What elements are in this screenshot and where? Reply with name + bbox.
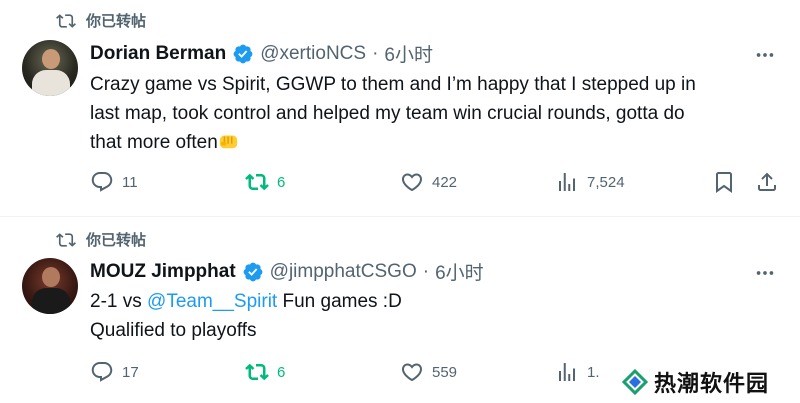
heart-icon xyxy=(401,173,423,192)
retweet-icon xyxy=(56,13,76,28)
retweet-count: 6 xyxy=(277,173,286,191)
reply-count: 17 xyxy=(122,363,139,381)
timestamp[interactable]: 6小时 xyxy=(384,40,433,67)
separator-dot: · xyxy=(372,42,379,64)
retweet-button[interactable]: 6 xyxy=(245,170,285,194)
analytics-bar-icon xyxy=(559,363,575,381)
tweet-text-prefix: 2-1 vs xyxy=(90,291,148,312)
tweet-text-line: Crazy game vs Spirit, GGWP to them and I… xyxy=(90,74,696,95)
retweet-label: 你已转帖 xyxy=(86,232,147,249)
tweet-text-line: last map, took control and helped my tea… xyxy=(90,103,685,124)
views-count: 7,524 xyxy=(587,173,625,191)
retweet-count: 6 xyxy=(277,363,286,381)
tweet-text-line: that more often xyxy=(90,132,218,153)
verified-badge-icon[interactable] xyxy=(242,261,264,283)
views-count: 1. xyxy=(587,363,600,381)
verified-badge-icon[interactable] xyxy=(232,43,254,65)
reply-button[interactable]: 11 xyxy=(90,170,138,194)
reply-count: 11 xyxy=(122,173,138,191)
retweet-icon xyxy=(245,173,269,191)
action-bar: 11 6 422 7,524 xyxy=(90,170,790,200)
bookmark-icon xyxy=(716,172,732,193)
retweet-indicator: 你已转帖 xyxy=(56,10,146,31)
fist-emoji-icon xyxy=(219,135,237,149)
bookmark-button[interactable] xyxy=(712,170,736,194)
watermark: 热潮软件园 xyxy=(618,361,800,403)
like-count: 559 xyxy=(432,363,458,381)
author-name[interactable]: Dorian Berman xyxy=(90,43,226,65)
diamond-logo-icon xyxy=(622,369,648,395)
retweet-button[interactable]: 6 xyxy=(245,360,285,384)
share-icon xyxy=(758,172,776,191)
reply-button[interactable]: 17 xyxy=(90,360,139,384)
more-options-icon[interactable] xyxy=(754,262,776,284)
mention-link[interactable]: @Team__Spirit xyxy=(147,291,277,312)
author-handle[interactable]: @jimpphatCSGO xyxy=(270,261,417,283)
reply-icon xyxy=(91,362,113,382)
author-name[interactable]: MOUZ Jimpphat xyxy=(90,261,236,283)
avatar[interactable] xyxy=(22,258,78,314)
tweet-text-suffix: Fun games :D xyxy=(277,291,402,312)
like-button[interactable]: 559 xyxy=(400,360,457,384)
retweet-icon xyxy=(56,232,76,247)
like-count: 422 xyxy=(432,173,458,191)
separator-dot: · xyxy=(422,260,430,282)
watermark-text: 热潮软件园 xyxy=(654,371,770,396)
share-button[interactable] xyxy=(755,170,779,194)
retweet-label: 你已转帖 xyxy=(86,13,147,30)
heart-icon xyxy=(401,363,423,382)
like-button[interactable]: 422 xyxy=(400,170,457,194)
tweet-text: 2-1 vs @Team__Spirit Fun games :D Qualif… xyxy=(90,287,780,345)
tweet-header: MOUZ Jimpphat @jimpphatCSGO · 6小时 xyxy=(90,258,484,285)
tweet-header: Dorian Berman @xertioNCS · 6小时 xyxy=(90,40,433,67)
avatar[interactable] xyxy=(22,40,78,96)
tweet-text-line: Qualified to playoffs xyxy=(90,320,257,341)
retweet-indicator: 你已转帖 xyxy=(56,229,146,250)
retweet-icon xyxy=(245,363,269,381)
more-options-icon[interactable] xyxy=(754,44,776,66)
author-handle[interactable]: @xertioNCS xyxy=(260,43,366,65)
views-button[interactable]: 7,524 xyxy=(555,170,625,194)
reply-icon xyxy=(91,172,113,192)
views-button[interactable]: 1. xyxy=(555,360,600,384)
analytics-bar-icon xyxy=(559,173,575,191)
tweet-text: Crazy game vs Spirit, GGWP to them and I… xyxy=(90,70,780,157)
tweet-card[interactable]: 你已转帖 Dorian Berman @xertioNCS · 6小时 Craz… xyxy=(0,0,800,217)
timestamp[interactable]: 6小时 xyxy=(435,258,484,285)
